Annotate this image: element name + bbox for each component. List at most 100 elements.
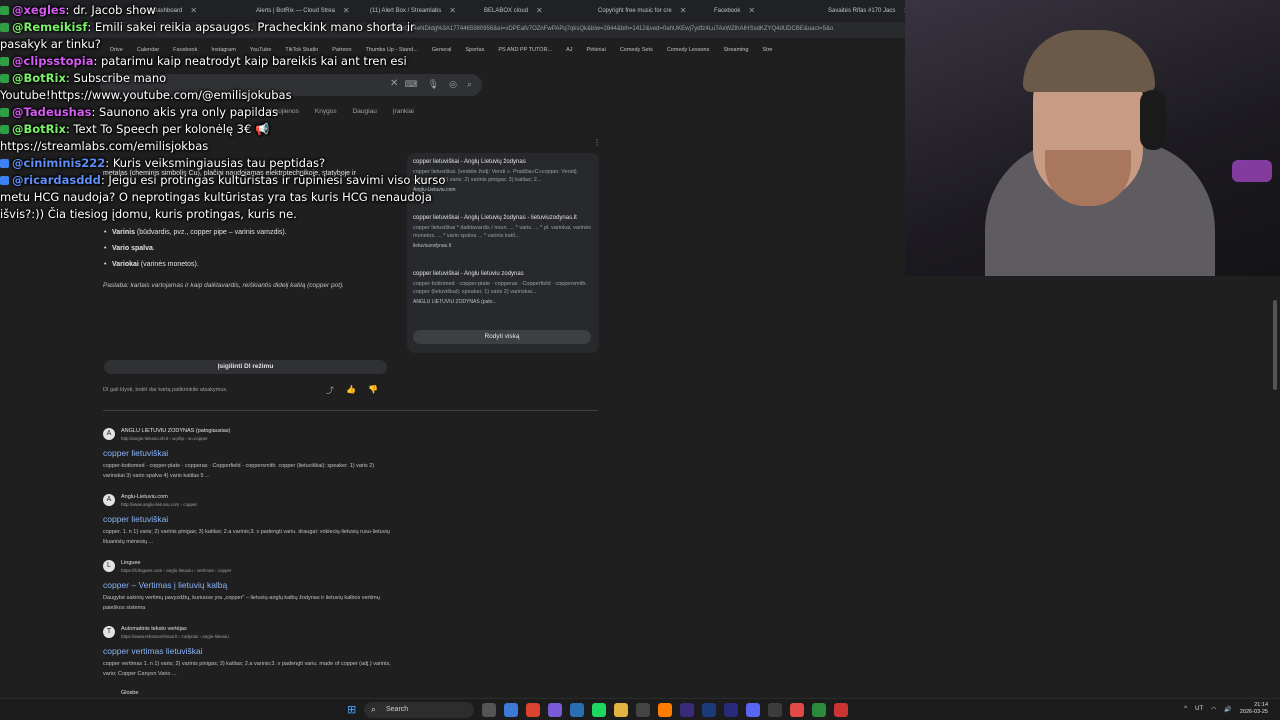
more-options-icon[interactable]: ⋮ (593, 138, 601, 147)
close-tab-icon[interactable]: ✕ (536, 6, 543, 15)
result-site: Anglu-Lietuviu.com (121, 494, 168, 500)
task-view-icon[interactable] (482, 703, 496, 717)
browser-tab-label: Copyright free music for cre (598, 7, 672, 14)
bookmark-item[interactable]: Patreon (332, 47, 351, 53)
browser-tab-label: Savaitės Rifas #170 Jacs (828, 7, 896, 14)
tray-chevron-icon[interactable]: ^ (1184, 706, 1187, 712)
bookmark-item[interactable]: Stre (762, 47, 772, 53)
ai-disclaimer: DI gali klysti, todėl dar kartą patikrin… (103, 387, 228, 393)
close-tab-icon[interactable]: ✕ (680, 6, 687, 15)
wifi-icon[interactable]: ◠ (1211, 706, 1216, 713)
bookmark-item[interactable]: General (432, 47, 452, 53)
bookmark-item[interactable]: Thumbs Up - Stand... (366, 47, 418, 53)
browser-tab-label: Facebook (714, 7, 741, 14)
close-tab-icon[interactable]: ✕ (449, 6, 456, 15)
keyboard-icon[interactable]: ⌨ (405, 79, 418, 90)
chat-text: : dr. Jacob show (65, 3, 156, 17)
bookmark-item[interactable]: YouTube (250, 47, 272, 53)
browser-tab[interactable]: BELABOX cloud ✕ (484, 3, 594, 18)
ai-source-card[interactable]: copper lietuviškai - Anglu lietuviu zody… (413, 271, 593, 327)
after-effects-icon[interactable] (680, 703, 694, 717)
headphones (1140, 90, 1166, 150)
audition-icon[interactable] (702, 703, 716, 717)
tray-language[interactable]: UT (1195, 706, 1203, 712)
ai-source-card[interactable]: copper lietuviškai - Anglų Lietuvių žody… (413, 159, 593, 215)
browser-tab[interactable]: (11) Alert Box / Streamlabs ✕ (370, 3, 480, 18)
microphone-icon[interactable]: 🎙 (428, 79, 439, 90)
bookmark-item[interactable]: Drive (110, 47, 123, 53)
bookmark-item[interactable]: Sportas (465, 47, 484, 53)
close-tab-icon[interactable]: ✕ (343, 6, 350, 15)
bookmark-item[interactable]: Instagram (211, 47, 235, 53)
bookmark-item[interactable]: Calendar (137, 47, 159, 53)
chrome-icon[interactable] (526, 703, 540, 717)
ai-source-card[interactable]: copper lietuviškai - Anglų Lietuvių žody… (413, 215, 593, 271)
calculator-icon[interactable] (636, 703, 650, 717)
result-site: Glosbe (121, 690, 139, 696)
ai-bullet: Vario spalva. (104, 245, 155, 252)
browser-tab[interactable]: Alerts | BotRix — Cloud Strea ✕ (256, 3, 366, 18)
search-icon: ⌕ (371, 704, 377, 714)
source-desc: copper lietuviškai * daiktavardis / noun… (413, 225, 591, 239)
spotify-icon[interactable] (592, 703, 606, 717)
result-title-link[interactable]: copper – Vertimas į lietuvių kalbą (103, 580, 227, 590)
browser-tab[interactable]: Facebook ✕ (714, 3, 824, 18)
result-snippet: copper-bottomed · copper-plate · coppera… (103, 463, 375, 479)
ai-mode-button[interactable]: Įsigilinti DI režimu (104, 360, 387, 374)
bookmark-item[interactable]: Pirkiniai (587, 47, 606, 53)
search-nav-tabs: Naujienos Knygos Daugiau Įrankiai (270, 108, 414, 115)
bookmark-item[interactable]: Streaming (723, 47, 748, 53)
thumbs-down-icon[interactable]: 👎 (368, 385, 378, 396)
browser-tab[interactable]: Kick Dashboard ✕ (140, 3, 250, 18)
bookmark-item[interactable]: Comedy Lessons (667, 47, 710, 53)
chat-username: @BotRix (12, 71, 66, 85)
volume-icon[interactable]: 🔊 (1224, 706, 1231, 713)
bookmark-item[interactable]: Facebook (173, 47, 197, 53)
tab-knygos[interactable]: Knygos (315, 108, 337, 115)
obs-icon[interactable] (768, 703, 782, 717)
app-icon-4[interactable] (834, 703, 848, 717)
chat-text: pasakyk ar tinku? (0, 37, 101, 51)
rgb-light (1232, 160, 1272, 182)
illustrator-icon[interactable] (658, 703, 672, 717)
result-title-link[interactable]: copper vertimas lietuviškai (103, 646, 203, 656)
show-all-button[interactable]: Rodyti viską (413, 330, 591, 344)
source-site: ANGLU LIETUVIU ZODYNAS (pato... (413, 299, 497, 305)
bookmark-item[interactable]: PS AND PP TUTOR... (498, 47, 552, 53)
file-explorer-icon[interactable] (614, 703, 628, 717)
close-tab-icon[interactable]: ✕ (190, 6, 197, 15)
result-url: http://anglu-lietuviu.vb.lt › w.php › w=… (121, 436, 208, 441)
steam-icon[interactable] (570, 703, 584, 717)
chat-username: @Remeikisf (12, 20, 88, 34)
close-tab-icon[interactable]: ✕ (748, 6, 755, 15)
windows-start-icon[interactable]: ⊞ (347, 703, 356, 716)
bookmark-item[interactable]: Comedy Sets (620, 47, 653, 53)
discord-icon[interactable] (746, 703, 760, 717)
clock[interactable]: 21:14 2026-03-25 (1240, 702, 1268, 716)
thumbs-up-icon[interactable]: 👍 (346, 385, 356, 396)
premiere-icon[interactable] (724, 703, 738, 717)
app-icon-3[interactable] (812, 703, 826, 717)
chat-text: Youtube!https://www.youtube.com/@emilisj… (0, 88, 292, 102)
scrollbar[interactable] (1273, 300, 1277, 390)
ai-note: Pastaba: kartais vartojamas ir kaip daik… (103, 282, 344, 289)
bookmark-item[interactable]: TikTok Studio (285, 47, 318, 53)
edge-icon[interactable] (504, 703, 518, 717)
browser-tab[interactable]: Copyright free music for cre ✕ (598, 3, 708, 18)
bookmark-item[interactable]: AJ (566, 47, 572, 53)
chat-text: : patarimu kaip neatrodyt kaip bareikis … (93, 54, 407, 68)
chat-text: : Jeigu esi protingas kultūristas ir rūp… (100, 173, 446, 187)
result-site: ANGLU LIETUVIU ZODYNAS (patogiausias) (121, 428, 231, 434)
clear-icon[interactable]: ✕ (390, 78, 398, 89)
tab-irankiai[interactable]: Įrankiai (393, 108, 414, 115)
app-icon[interactable] (548, 703, 562, 717)
app-icon-2[interactable] (790, 703, 804, 717)
tab-daugiau[interactable]: Daugiau (353, 108, 377, 115)
search-icon[interactable]: ⌕ (467, 79, 472, 90)
result-title-link[interactable]: copper lietuviškai (103, 448, 168, 458)
taskbar-search[interactable]: ⌕ Search (364, 702, 474, 718)
share-icon[interactable]: ⤴ (326, 385, 334, 396)
result-title-link[interactable]: copper lietuviškai (103, 514, 168, 524)
lens-icon[interactable]: ◎ (449, 79, 457, 90)
ai-bullet: Variokai (varinės monetos). (104, 261, 199, 268)
